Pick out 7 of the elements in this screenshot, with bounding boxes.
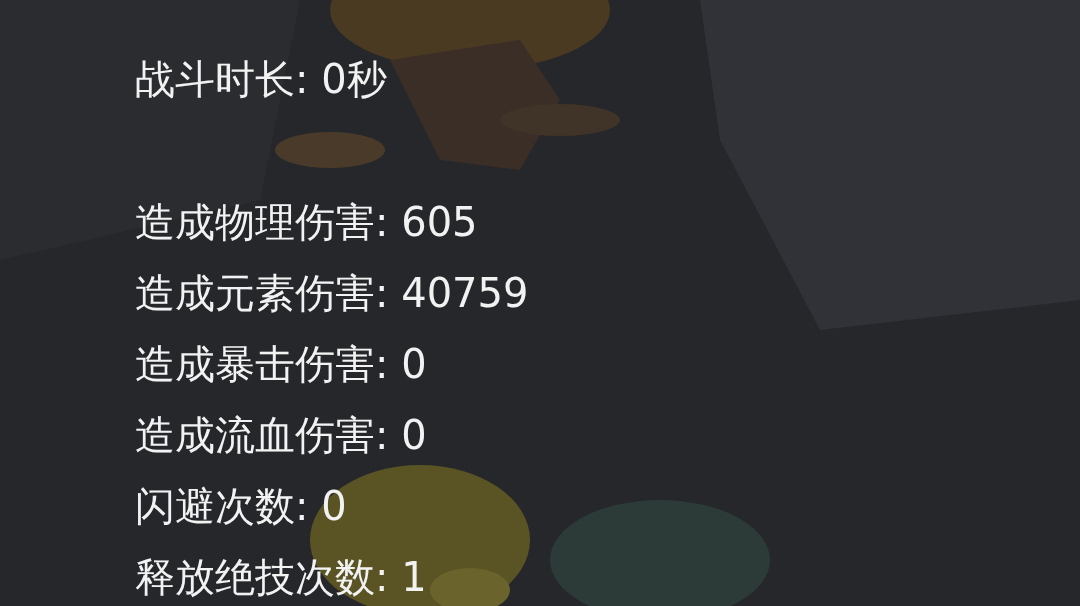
stat-text: 造成物理伤害: 605	[135, 198, 478, 247]
stat-text: 造成流血伤害: 0	[135, 411, 427, 460]
stat-text: 造成暴击伤害: 0	[135, 340, 427, 389]
stat-text: 闪避次数: 0	[135, 482, 347, 531]
stat-text: 造成元素伤害: 40759	[135, 269, 529, 318]
stat-text: 释放绝技次数: 1	[135, 553, 427, 602]
battle-time-text: 战斗时长: 0秒	[135, 55, 387, 104]
